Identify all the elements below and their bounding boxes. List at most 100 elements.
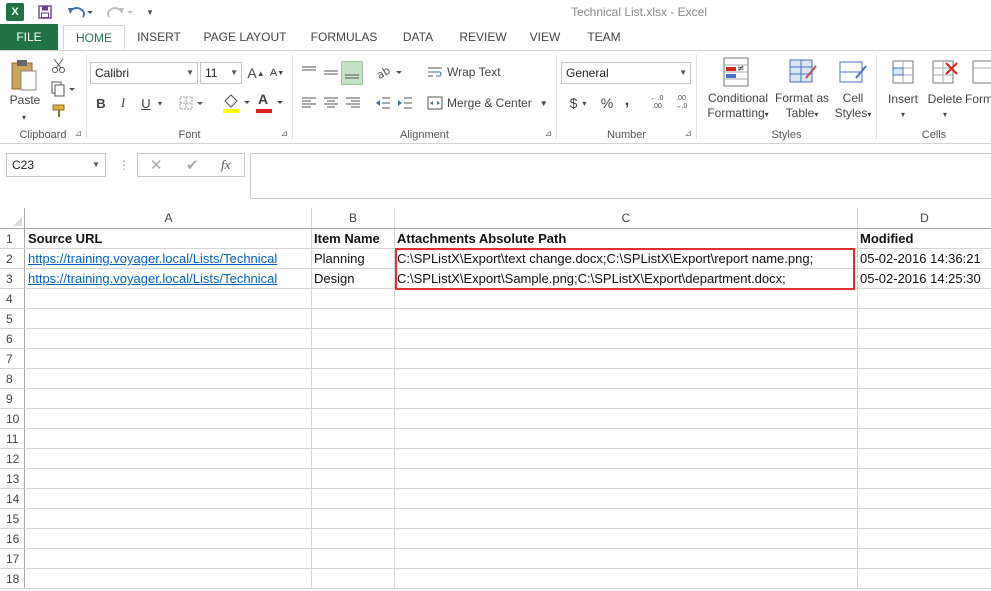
row-header[interactable]: 17 [0, 549, 25, 569]
insert-function-button[interactable]: fx [221, 157, 230, 173]
row-header[interactable]: 7 [0, 349, 25, 369]
underline-button[interactable]: U [136, 93, 156, 113]
bold-button[interactable]: B [91, 93, 111, 113]
cell-b2[interactable]: Planning [312, 249, 395, 269]
cell[interactable] [312, 409, 395, 429]
tab-team[interactable]: TEAM [580, 25, 628, 50]
align-right-icon[interactable] [343, 93, 363, 113]
tab-page-layout[interactable]: PAGE LAYOUT [197, 25, 293, 50]
cell[interactable] [312, 369, 395, 389]
fill-color-button[interactable] [221, 91, 253, 115]
row-header[interactable]: 13 [0, 469, 25, 489]
number-launcher-icon[interactable]: ⊿ [684, 128, 692, 139]
top-align-icon[interactable] [299, 61, 319, 83]
delete-cells-icon[interactable] [929, 55, 961, 89]
conditional-formatting-icon[interactable]: ≠ [719, 55, 755, 89]
conditional-formatting-button[interactable]: Conditional Formatting▾ [699, 91, 777, 122]
paste-dropdown-icon[interactable]: ▾ [14, 111, 34, 123]
underline-dropdown-icon[interactable]: ▾ [155, 93, 165, 113]
tab-view[interactable]: VIEW [523, 25, 567, 50]
insert-cells-button[interactable]: Insert ▾ [881, 92, 925, 122]
wrap-text-button[interactable]: Wrap Text [427, 61, 507, 83]
tab-home[interactable]: HOME [63, 25, 125, 50]
enter-entry-button[interactable]: ✔ [186, 156, 199, 174]
cell[interactable] [312, 529, 395, 549]
cell[interactable] [26, 509, 312, 529]
cell[interactable] [395, 509, 858, 529]
cell-c2[interactable]: C:\SPListX\Export\text change.docx;C:\SP… [395, 249, 858, 269]
cell[interactable] [26, 389, 312, 409]
cut-icon[interactable] [48, 56, 70, 76]
cell[interactable] [395, 369, 858, 389]
decrease-decimal-button[interactable]: .00 →.0 [671, 93, 691, 113]
row-header[interactable]: 16 [0, 529, 25, 549]
italic-button[interactable]: I [113, 93, 133, 113]
cell[interactable] [395, 489, 858, 509]
number-format-combo[interactable]: General ▼ [561, 62, 691, 84]
cell[interactable] [858, 309, 991, 329]
cell[interactable] [858, 429, 991, 449]
cell[interactable] [395, 289, 858, 309]
cell[interactable] [858, 569, 991, 589]
cell[interactable] [312, 569, 395, 589]
cell[interactable] [312, 389, 395, 409]
cell[interactable] [858, 549, 991, 569]
cell[interactable] [395, 389, 858, 409]
cell-styles-icon[interactable] [835, 55, 871, 89]
cell[interactable] [312, 469, 395, 489]
grow-font-button[interactable]: A ▲ [247, 63, 265, 83]
cell[interactable] [312, 329, 395, 349]
cell-b1[interactable]: Item Name [312, 229, 395, 249]
cell[interactable] [858, 369, 991, 389]
cell[interactable] [312, 289, 395, 309]
format-painter-icon[interactable] [48, 101, 70, 121]
cell[interactable] [312, 429, 395, 449]
cell[interactable] [312, 549, 395, 569]
row-header[interactable]: 3 [0, 269, 25, 289]
cell[interactable] [26, 489, 312, 509]
cell-a1[interactable]: Source URL [26, 229, 312, 249]
clipboard-launcher-icon[interactable]: ⊿ [74, 128, 82, 139]
cell[interactable] [312, 449, 395, 469]
cell[interactable] [26, 309, 312, 329]
cell[interactable] [858, 349, 991, 369]
cancel-entry-button[interactable]: ✕ [150, 156, 163, 174]
font-name-combo[interactable]: Calibri ▼ [90, 62, 198, 84]
font-color-button[interactable]: A [254, 91, 286, 115]
paste-button[interactable]: Paste [4, 93, 46, 108]
cell[interactable] [395, 469, 858, 489]
cell-c1[interactable]: Attachments Absolute Path [395, 229, 858, 249]
row-header[interactable]: 6 [0, 329, 25, 349]
copy-icon[interactable] [48, 79, 78, 99]
increase-indent-icon[interactable] [395, 93, 415, 113]
row-header[interactable]: 5 [0, 309, 25, 329]
font-size-combo[interactable]: 11 ▼ [200, 62, 242, 84]
insert-cells-icon[interactable] [887, 55, 919, 89]
cell[interactable] [395, 349, 858, 369]
cell[interactable] [312, 509, 395, 529]
column-header-a[interactable]: A [26, 208, 312, 228]
cell[interactable] [26, 289, 312, 309]
cell[interactable] [26, 569, 312, 589]
tab-formulas[interactable]: FORMULAS [304, 25, 384, 50]
cell[interactable] [858, 489, 991, 509]
cell[interactable] [395, 449, 858, 469]
shrink-font-button[interactable]: A ▼ [268, 63, 286, 83]
format-cells-button[interactable]: Form [965, 92, 991, 107]
bottom-align-icon[interactable] [341, 61, 363, 85]
delete-cells-button[interactable]: Delete ▾ [923, 92, 967, 122]
cell-d3[interactable]: 05-02-2016 14:25:30 [858, 269, 991, 289]
cell[interactable] [26, 409, 312, 429]
cell[interactable] [858, 289, 991, 309]
align-left-icon[interactable] [299, 93, 319, 113]
cell[interactable] [26, 329, 312, 349]
decrease-indent-icon[interactable] [373, 93, 393, 113]
cell[interactable] [858, 389, 991, 409]
format-as-table-button[interactable]: Format as Table▾ [769, 91, 835, 122]
cell[interactable] [858, 529, 991, 549]
formula-input[interactable] [250, 153, 991, 199]
row-header[interactable]: 8 [0, 369, 25, 389]
tab-data[interactable]: DATA [395, 25, 441, 50]
row-header[interactable]: 15 [0, 509, 25, 529]
borders-button[interactable] [177, 93, 207, 113]
